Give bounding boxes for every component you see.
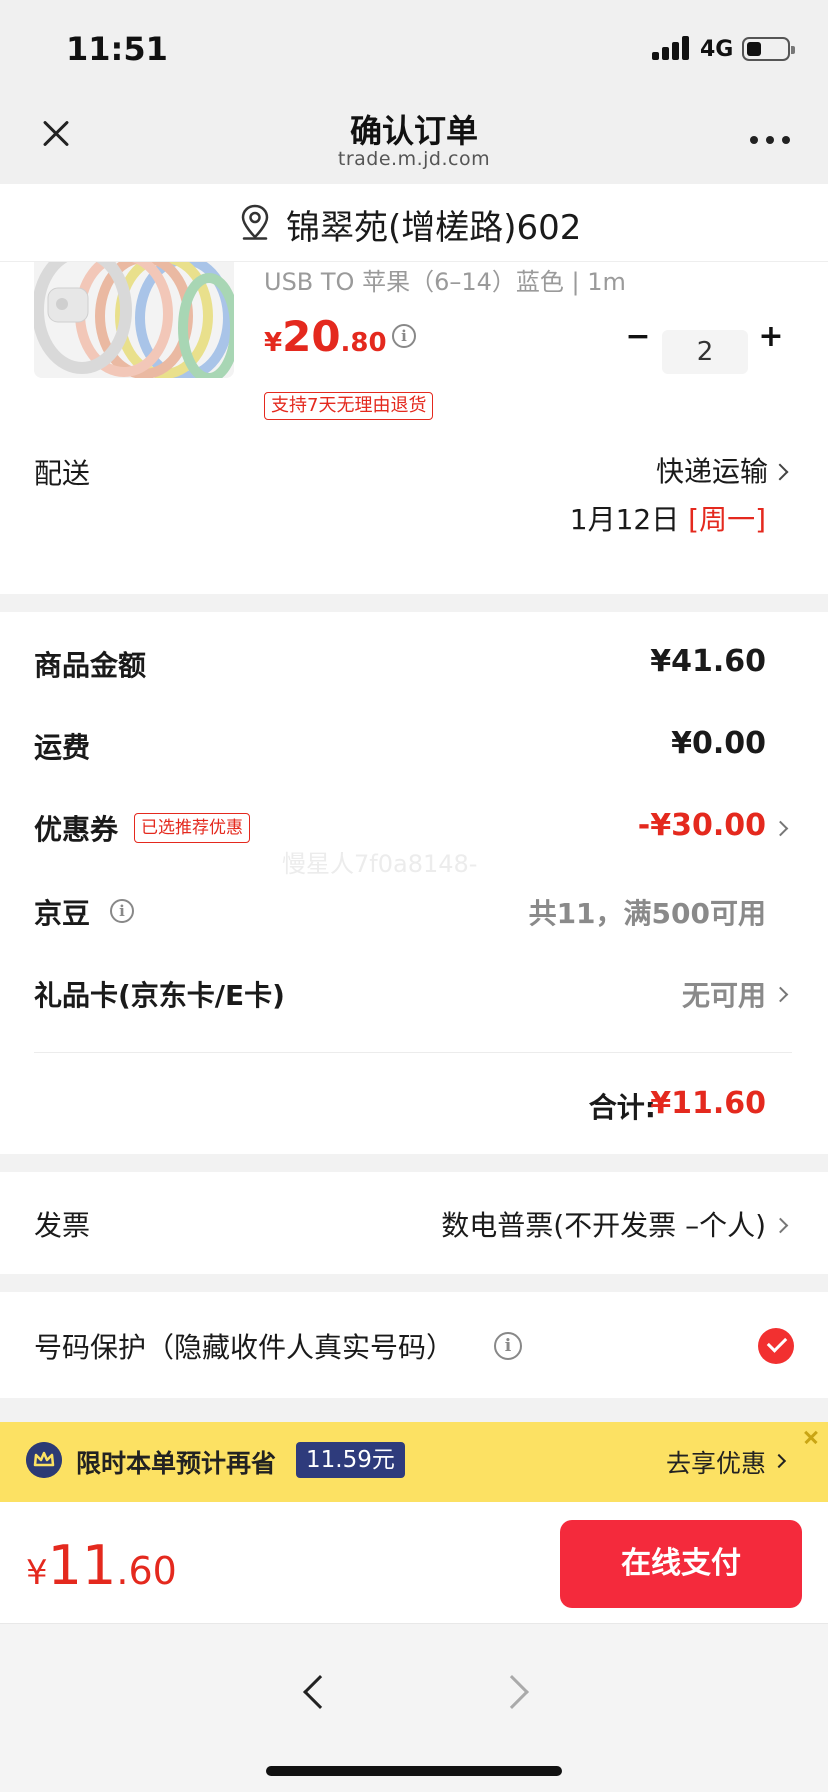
- address-bar[interactable]: 锦翠苑(增槎路)602: [0, 184, 828, 262]
- address-text: 锦翠苑(增槎路)602: [286, 208, 582, 248]
- total-value: ¥11.60: [650, 1086, 766, 1121]
- shipping-value: ¥0.00: [671, 726, 766, 761]
- delivery-date: 1月12日 [周一]: [569, 503, 766, 536]
- home-indicator[interactable]: [266, 1766, 562, 1776]
- page-url: trade.m.jd.com: [337, 148, 491, 170]
- location-pin-icon: [241, 204, 269, 240]
- divider: [34, 1052, 792, 1053]
- price-info-icon[interactable]: i: [392, 324, 416, 348]
- status-time: 11:51: [66, 30, 168, 68]
- quantity-input[interactable]: 2: [662, 330, 748, 374]
- battery-icon: [742, 37, 795, 61]
- network-label: 4G: [700, 37, 734, 62]
- back-arrow-icon[interactable]: [303, 1675, 337, 1709]
- total-label: 合计:: [588, 1091, 656, 1124]
- browser-nav-bar: [0, 1624, 828, 1792]
- chevron-right-icon[interactable]: [772, 986, 789, 1003]
- pay-total-price: ¥11.60: [26, 1534, 177, 1597]
- nav-bar: 确认订单 trade.m.jd.com: [0, 92, 828, 184]
- chevron-right-icon[interactable]: [771, 463, 789, 481]
- phone-protection-info-icon[interactable]: i: [494, 1332, 522, 1360]
- page-title: 确认订单: [349, 112, 478, 150]
- confirm-order-page: 11:51 4G 确认订单 trade.m.jd.com 锦翠苑(增槎路)602: [0, 0, 828, 1792]
- watermark: 慢星人7f0a8148-: [282, 850, 478, 878]
- chevron-right-icon[interactable]: [772, 820, 789, 837]
- coupon-badge: 已选推荐优惠: [134, 813, 250, 843]
- phone-protection-row: 号码保护（隐藏收件人真实号码） i: [0, 1292, 828, 1398]
- quantity-plus-button[interactable]: +: [756, 322, 786, 352]
- giftcard-value[interactable]: 无可用: [682, 974, 766, 1014]
- beans-label: 京豆: [34, 897, 91, 930]
- product-card: USB TO 苹果（6–14）蓝色 | 1m ¥20.80 i − 2 + 支持…: [0, 258, 828, 594]
- signal-icon: [652, 36, 692, 60]
- promo-banner[interactable]: 限时本单预计再省 11.59元 去享优惠: [0, 1422, 828, 1502]
- phone-protection-label: 号码保护（隐藏收件人真实号码）: [34, 1331, 455, 1364]
- return-policy-badge: 支持7天无理由退货: [264, 392, 434, 420]
- shipping-label: 运费: [34, 731, 91, 764]
- promo-cta[interactable]: 去享优惠: [666, 1444, 766, 1480]
- invoice-label: 发票: [34, 1209, 91, 1242]
- promo-amount-badge: 11.59元: [296, 1442, 405, 1478]
- delivery-method[interactable]: 快递运输: [656, 450, 768, 490]
- coupon-label: 优惠券: [34, 813, 119, 846]
- chevron-right-icon[interactable]: [771, 1453, 787, 1469]
- quantity-minus-button[interactable]: −: [624, 322, 652, 352]
- product-price: ¥20.80: [264, 312, 387, 361]
- status-bar: 11:51 4G: [0, 0, 828, 92]
- check-circle-icon[interactable]: [758, 1328, 794, 1364]
- giftcard-label: 礼品卡(京东卡/E卡): [34, 979, 285, 1012]
- goods-amount-label: 商品金额: [34, 649, 147, 682]
- forward-arrow-icon[interactable]: [495, 1675, 529, 1709]
- more-icon[interactable]: [750, 136, 790, 144]
- goods-amount-value: ¥41.60: [650, 644, 766, 679]
- beans-value: 共11，满500可用: [528, 897, 766, 930]
- coupon-value[interactable]: -¥30.00: [638, 808, 766, 843]
- product-spec: USB TO 苹果（6–14）蓝色 | 1m: [264, 268, 626, 296]
- product-image[interactable]: [34, 258, 234, 378]
- pay-bar: ¥11.60 在线支付: [0, 1502, 828, 1624]
- close-icon[interactable]: [802, 1428, 820, 1446]
- crown-icon: [26, 1442, 62, 1478]
- pay-online-button[interactable]: 在线支付: [560, 1520, 802, 1608]
- beans-info-icon[interactable]: i: [110, 899, 134, 923]
- amount-summary: 商品金额 ¥41.60 运费 ¥0.00 优惠券 已选推荐优惠 -¥30.00 …: [0, 612, 828, 1154]
- chevron-right-icon[interactable]: [772, 1217, 789, 1234]
- delivery-label: 配送: [34, 457, 91, 490]
- invoice-row[interactable]: 发票 数电普票(不开发票 –个人): [0, 1172, 828, 1274]
- invoice-value: 数电普票(不开发票 –个人): [441, 1209, 766, 1242]
- promo-text: 限时本单预计再省: [76, 1449, 277, 1478]
